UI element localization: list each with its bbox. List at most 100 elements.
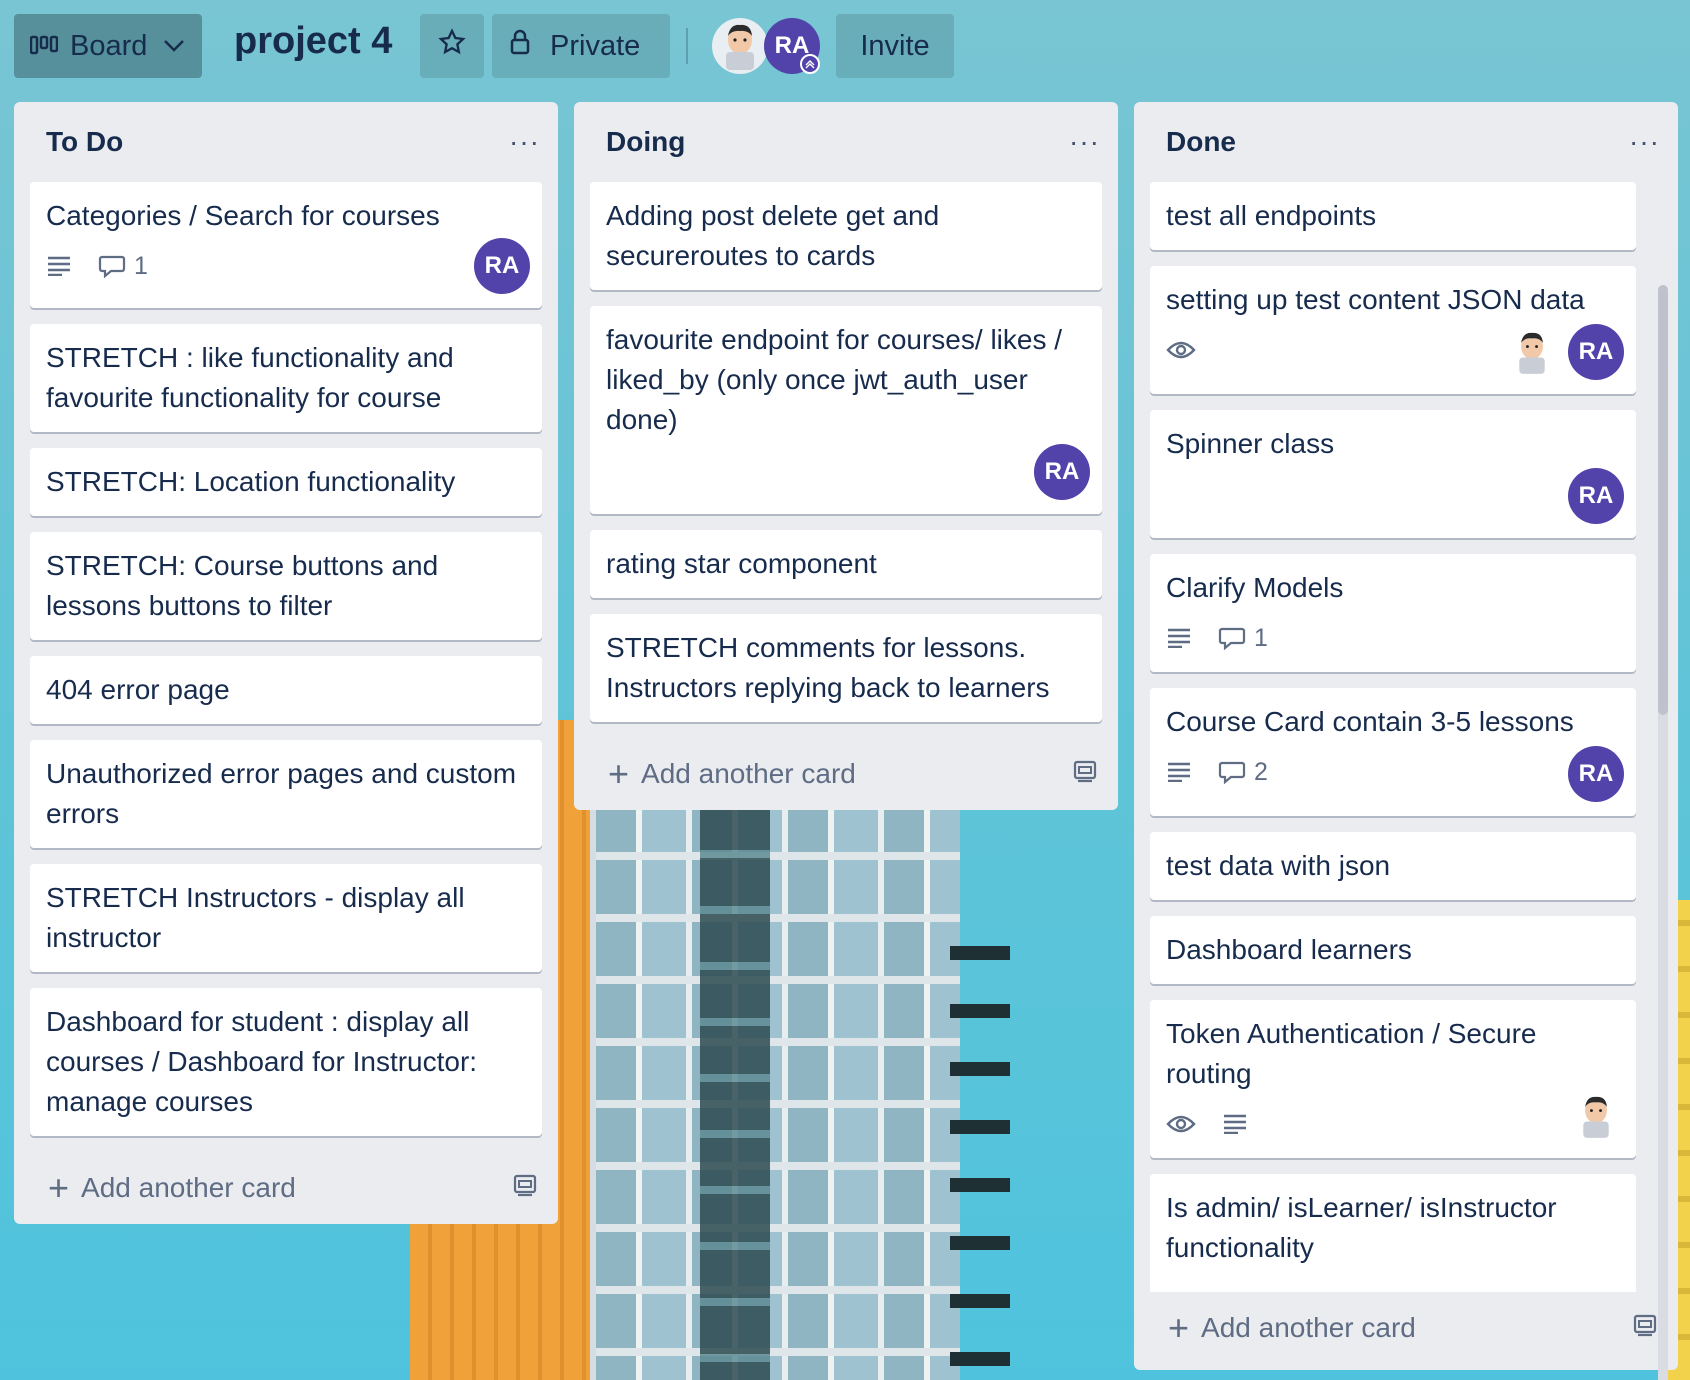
star-board-button[interactable]: [420, 14, 484, 78]
memoji-icon: [726, 24, 754, 70]
card-title: Adding post delete get and secureroutes …: [606, 200, 940, 271]
card-title: favourite endpoint for courses/ likes / …: [606, 324, 1063, 435]
board-view-label: Board: [70, 29, 148, 62]
visibility-button[interactable]: Private: [492, 14, 670, 78]
comment-count: 1: [134, 251, 148, 280]
list-title[interactable]: Done: [1166, 126, 1236, 158]
comment-icon: [1218, 761, 1246, 785]
card[interactable]: test all endpoints: [1150, 182, 1636, 250]
card-title: test all endpoints: [1166, 200, 1377, 231]
card-title: Dashboard learners: [1166, 934, 1412, 965]
card-title: Course Card contain 3-5 lessons: [1166, 706, 1574, 737]
card-badges: 2: [1166, 752, 1620, 792]
member-avatar-ra[interactable]: RA: [1568, 324, 1624, 380]
member-avatar-ra[interactable]: RA: [474, 238, 530, 294]
add-card-row: + Add another card: [14, 1152, 558, 1224]
card-members: RA: [1026, 444, 1090, 500]
add-card-row: + Add another card: [1134, 1292, 1678, 1364]
add-card-label: Add another card: [81, 1172, 296, 1203]
add-card-label: Add another card: [641, 758, 856, 789]
card[interactable]: Dashboard learners: [1150, 916, 1636, 984]
list-header: Doing ···: [574, 102, 1118, 182]
list-title[interactable]: Doing: [606, 126, 685, 158]
card[interactable]: Token Authentication / Secure routing: [1150, 1000, 1636, 1158]
member-avatar-ra[interactable]: RA: [1034, 444, 1090, 500]
add-card-button[interactable]: + Add another card: [608, 753, 856, 795]
card-scroll-area: test all endpoints setting up test conte…: [1134, 182, 1652, 1292]
card[interactable]: Categories / Search for courses 1 RA: [30, 182, 542, 308]
member-avatar-ra[interactable]: RA: [1568, 746, 1624, 802]
member-avatar-photo[interactable]: [712, 18, 768, 74]
card[interactable]: Is admin/ isLearner/ isInstructor functi…: [1150, 1174, 1636, 1292]
background-building-glass: [590, 790, 960, 1380]
list-menu-icon[interactable]: ···: [509, 126, 540, 158]
comment-icon: [1218, 627, 1246, 651]
card[interactable]: 404 error page: [30, 656, 542, 724]
card-title: Is admin/ isLearner/ isInstructor functi…: [1166, 1192, 1557, 1263]
card[interactable]: rating star component: [590, 530, 1102, 598]
plus-icon: +: [1168, 1307, 1190, 1348]
card-title: 404 error page: [46, 674, 230, 705]
card-badges: [1166, 1104, 1620, 1144]
card-title: Clarify Models: [1166, 572, 1344, 603]
member-avatar-ra[interactable]: RA: [1568, 468, 1624, 524]
comments-badge: 2: [1218, 758, 1268, 787]
card-list: test all endpoints setting up test conte…: [1134, 182, 1652, 1292]
list-scrollbar-thumb[interactable]: [1658, 285, 1668, 715]
card-title: Unauthorized error pages and custom erro…: [46, 758, 517, 829]
board-title[interactable]: project 4: [234, 20, 392, 63]
card[interactable]: STRETCH: Location functionality: [30, 448, 542, 516]
card-title: STRETCH comments for lessons. Instructor…: [606, 632, 1050, 703]
board-view-switcher[interactable]: Board: [14, 14, 202, 78]
invite-button[interactable]: Invite: [836, 14, 954, 78]
add-card-row: + Add another card: [574, 738, 1118, 810]
header-divider: [686, 28, 688, 64]
card[interactable]: favourite endpoint for courses/ likes / …: [590, 306, 1102, 514]
comment-icon: [98, 255, 126, 279]
plus-icon: +: [48, 1167, 70, 1208]
background-balconies: [950, 940, 1010, 1380]
add-card-button[interactable]: + Add another card: [48, 1167, 296, 1209]
chevron-down-icon: [163, 32, 185, 60]
plus-icon: +: [608, 753, 630, 794]
card[interactable]: test data with json: [1150, 832, 1636, 900]
admin-badge-icon: [800, 54, 820, 74]
card-template-icon[interactable]: [1632, 1312, 1658, 1345]
add-card-label: Add another card: [1201, 1312, 1416, 1343]
card[interactable]: Spinner class RA: [1150, 410, 1636, 538]
card[interactable]: Unauthorized error pages and custom erro…: [30, 740, 542, 848]
list-todo: To Do ··· Categories / Search for course…: [14, 102, 558, 1224]
card-title: Dashboard for student : display all cour…: [46, 1006, 478, 1117]
card[interactable]: Adding post delete get and secureroutes …: [590, 182, 1102, 290]
card-members: [1560, 1088, 1624, 1144]
card[interactable]: STRETCH: Course buttons and lessons butt…: [30, 532, 542, 640]
visibility-label: Private: [550, 29, 641, 62]
description-icon: [46, 256, 72, 276]
list-menu-icon[interactable]: ···: [1069, 126, 1100, 158]
description-icon: [1222, 1114, 1248, 1134]
card[interactable]: STRETCH Instructors - display all instru…: [30, 864, 542, 972]
card-template-icon[interactable]: [512, 1172, 538, 1205]
eye-icon: [1166, 339, 1196, 361]
eye-icon: [1166, 1113, 1196, 1135]
card[interactable]: Dashboard for student : display all cour…: [30, 988, 542, 1136]
card[interactable]: STRETCH comments for lessons. Instructor…: [590, 614, 1102, 722]
member-avatar-photo[interactable]: [1504, 324, 1560, 380]
member-avatar-ra[interactable]: RA: [764, 18, 820, 74]
list-header: To Do ···: [14, 102, 558, 182]
add-card-button[interactable]: + Add another card: [1168, 1307, 1416, 1349]
card[interactable]: Clarify Models 1: [1150, 554, 1636, 672]
list-done: Done ··· test all endpoints setting up t…: [1134, 102, 1678, 1380]
list-header: Done ···: [1134, 102, 1678, 182]
list-menu-icon[interactable]: ···: [1629, 126, 1660, 158]
card[interactable]: Course Card contain 3-5 lessons 2 RA: [1150, 688, 1636, 816]
list-title[interactable]: To Do: [46, 126, 123, 158]
card-template-icon[interactable]: [1072, 758, 1098, 791]
card-badges: 1: [1166, 618, 1620, 658]
comments-badge: 1: [98, 252, 148, 281]
card[interactable]: setting up test content JSON data RA: [1150, 266, 1636, 394]
star-icon: [438, 28, 466, 64]
card[interactable]: STRETCH : like functionality and favouri…: [30, 324, 542, 432]
member-avatar-photo[interactable]: [1568, 1088, 1624, 1144]
memoji-icon: [1519, 332, 1545, 374]
